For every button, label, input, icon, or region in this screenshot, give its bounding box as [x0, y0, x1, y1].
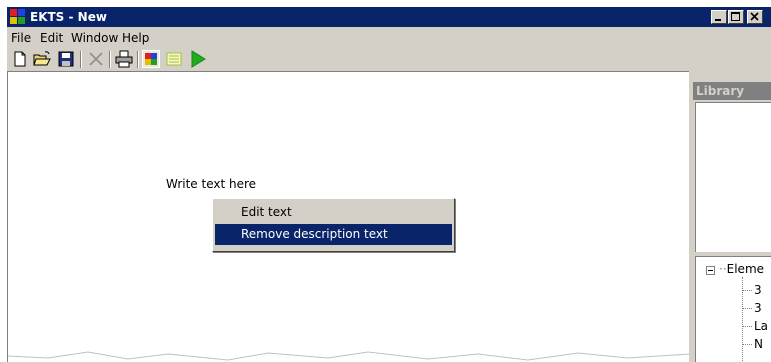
app-icon [10, 9, 26, 25]
minimize-icon [715, 19, 721, 21]
toolbar-separator [109, 51, 111, 68]
menu-file[interactable]: File [11, 31, 31, 45]
maximize-icon [731, 12, 740, 21]
open-folder-icon[interactable] [33, 50, 51, 68]
tree-item[interactable]: N [754, 337, 763, 351]
window-title: EKTS - New [30, 10, 107, 24]
tree-branch [743, 344, 752, 345]
menu-bar: File Edit Window Help [7, 28, 771, 47]
tree-item[interactable]: 3 [754, 301, 762, 315]
canvas-text[interactable]: Write text here [166, 177, 256, 191]
run-play-icon[interactable] [189, 50, 207, 68]
library-title: Library [696, 84, 745, 98]
new-document-icon[interactable] [11, 50, 29, 68]
menu-edit[interactable]: Edit [40, 31, 63, 45]
context-menu-item-label: Remove description text [241, 227, 388, 241]
app-window: EKTS - New File Edit Window Help Write t… [7, 7, 771, 362]
color-palette-icon[interactable] [142, 50, 160, 68]
context-menu-edit-text[interactable]: Edit text [215, 202, 452, 223]
close-button[interactable] [747, 10, 763, 24]
tree-branch [743, 290, 752, 291]
toolbar [7, 48, 687, 71]
context-menu-remove-description-text[interactable]: Remove description text [215, 224, 452, 245]
toolbar-separator [80, 51, 82, 68]
save-disk-icon[interactable] [57, 50, 75, 68]
context-menu-item-label: Edit text [241, 205, 292, 219]
delete-x-icon[interactable] [87, 50, 105, 68]
panel-splitter[interactable] [689, 71, 693, 362]
tree-root-text: Eleme [726, 262, 765, 276]
library-header: Library [693, 82, 771, 100]
tree-branch [743, 326, 752, 327]
menu-window[interactable]: Window [71, 31, 118, 45]
close-icon [750, 12, 759, 21]
menu-help[interactable]: Help [122, 31, 149, 45]
tree-item[interactable]: 3 [754, 283, 762, 297]
library-preview-pane [695, 102, 771, 252]
library-tree[interactable]: ··Eleme 3 3 La N [695, 256, 771, 362]
maximize-button[interactable] [728, 10, 744, 24]
context-menu: Edit text Remove description text [212, 198, 455, 252]
title-bar[interactable]: EKTS - New [7, 7, 771, 27]
grid-icon[interactable] [165, 50, 183, 68]
tree-branch [743, 308, 752, 309]
minimize-button[interactable] [711, 10, 727, 24]
collapse-icon[interactable] [706, 266, 715, 275]
torn-edge [8, 351, 690, 362]
print-icon[interactable] [115, 50, 133, 68]
toolbar-separator [137, 51, 139, 68]
tree-root-label[interactable]: ··Eleme [719, 262, 764, 276]
tree-item[interactable]: La [754, 319, 768, 333]
